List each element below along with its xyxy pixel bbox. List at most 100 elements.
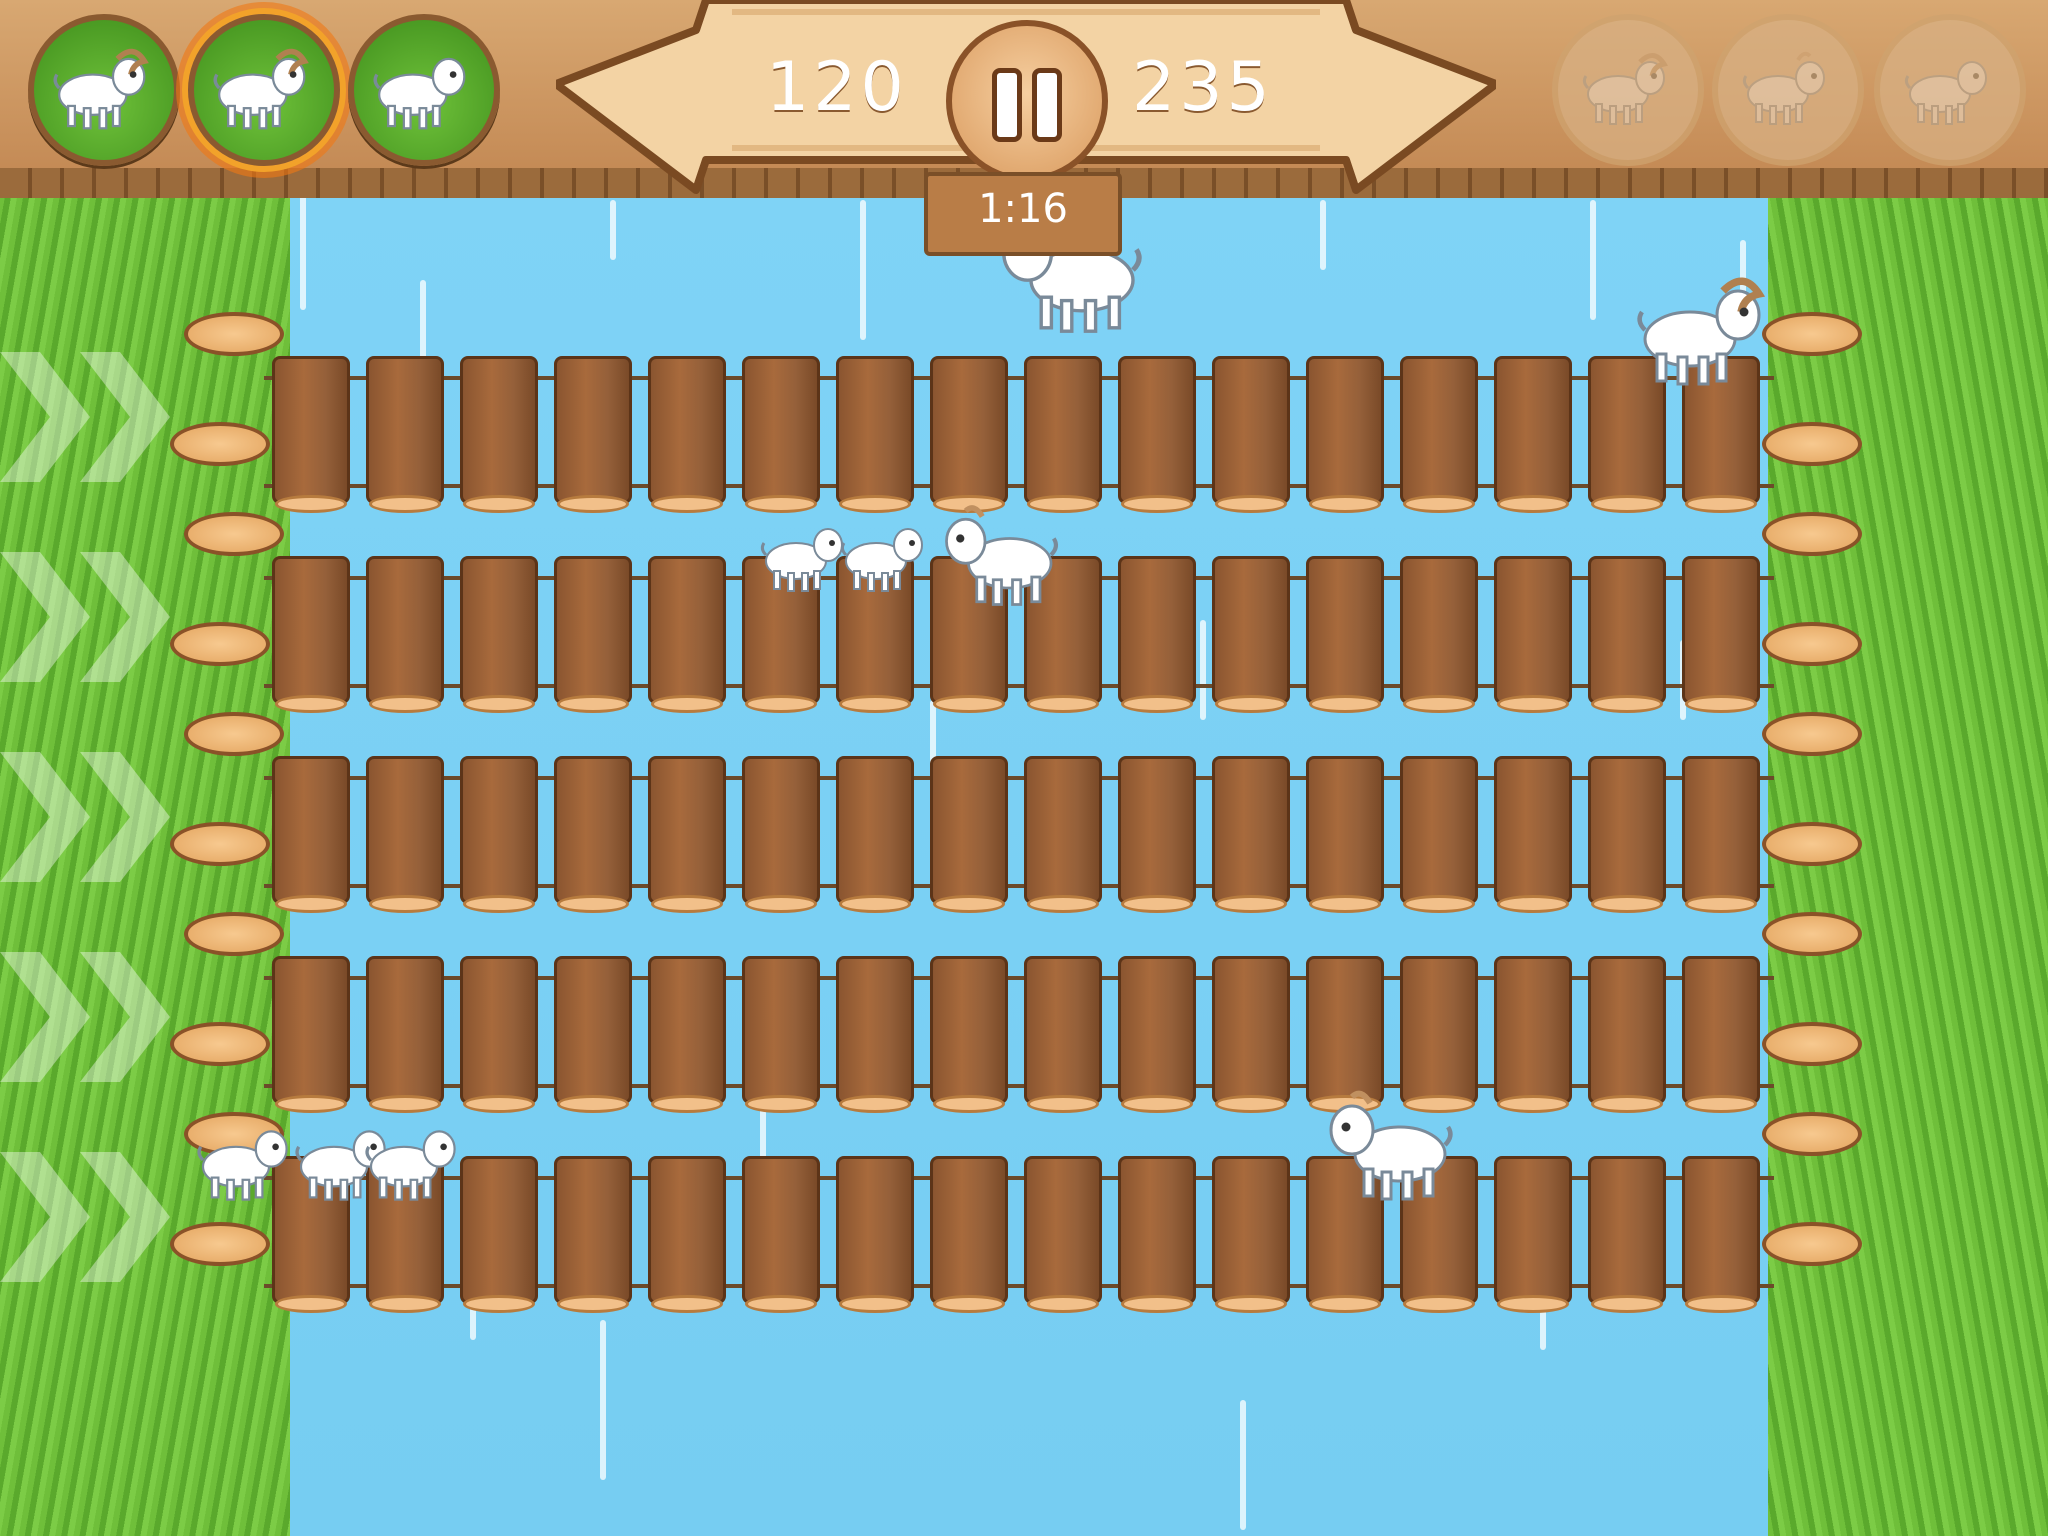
tree-stump xyxy=(184,512,284,582)
bridge-plank xyxy=(1682,556,1760,713)
water-streak xyxy=(1590,200,1596,320)
pause-button[interactable] xyxy=(946,20,1108,182)
tree-stump xyxy=(1762,822,1862,892)
bridge-plank xyxy=(742,1156,820,1313)
bridge-plank xyxy=(554,956,632,1113)
bridge-plank xyxy=(1494,956,1572,1113)
bridge-plank xyxy=(1118,1156,1196,1313)
goat-unit xyxy=(916,500,1076,614)
bridge-plank xyxy=(836,356,914,513)
water-streak xyxy=(1240,1400,1246,1530)
water-streak xyxy=(300,190,306,310)
bridge-plank xyxy=(1588,556,1666,713)
bridge-plank xyxy=(1024,956,1102,1113)
bridge-plank xyxy=(554,1156,632,1313)
tree-stump xyxy=(1762,1222,1862,1292)
bridge-plank xyxy=(648,356,726,513)
bridge-plank xyxy=(554,556,632,713)
tree-stump xyxy=(1762,1022,1862,1092)
bridge-plank xyxy=(1306,556,1384,713)
left-goat-slot-3[interactable] xyxy=(348,14,500,166)
goat-icon xyxy=(1900,48,2000,132)
left-goat-slot-1[interactable] xyxy=(28,14,180,166)
bridge-plank xyxy=(648,1156,726,1313)
bridge-plank xyxy=(1306,756,1384,913)
tree-stump xyxy=(1762,712,1862,782)
bridge-plank xyxy=(1588,1156,1666,1313)
goat-unit xyxy=(192,1110,302,1214)
pause-icon xyxy=(1032,68,1062,142)
pause-icon xyxy=(992,68,1022,142)
tree-stump xyxy=(170,822,270,892)
goat-icon xyxy=(208,43,320,137)
bridge-plank xyxy=(1682,756,1760,913)
bridge-plank xyxy=(1024,756,1102,913)
goat-icon xyxy=(368,43,480,137)
bridge-plank xyxy=(1118,956,1196,1113)
water-streak xyxy=(610,200,616,260)
timer-board: 1:16 xyxy=(924,172,1122,256)
right-score: 235 xyxy=(1132,48,1274,127)
bridge-plank xyxy=(1494,1156,1572,1313)
tree-stump xyxy=(1762,912,1862,982)
bridge-plank xyxy=(930,756,1008,913)
bridge-plank xyxy=(1212,756,1290,913)
bridge-plank xyxy=(742,756,820,913)
bridge-plank xyxy=(1682,1156,1760,1313)
bridge-plank xyxy=(1494,356,1572,513)
bridge-plank xyxy=(1118,356,1196,513)
goat-icon xyxy=(1738,48,1838,132)
goat-unit xyxy=(1310,1080,1460,1214)
tree-stump xyxy=(184,912,284,982)
bridge-lane-4[interactable] xyxy=(264,956,1774,1116)
bridge-plank xyxy=(460,756,538,913)
bridge-plank xyxy=(648,556,726,713)
tree-stump xyxy=(1762,1112,1862,1182)
goat-icon xyxy=(48,43,160,137)
bridge-plank xyxy=(648,756,726,913)
bridge-plank xyxy=(1024,1156,1102,1313)
bridge-plank xyxy=(366,756,444,913)
bridge-plank xyxy=(1212,1156,1290,1313)
goat-unit xyxy=(1630,250,1780,414)
bridge-plank xyxy=(1212,356,1290,513)
tree-stump xyxy=(184,312,284,382)
tree-stump xyxy=(170,1022,270,1092)
bridge-lane-3[interactable] xyxy=(264,756,1774,916)
bridge-plank xyxy=(1118,556,1196,713)
bridge-plank xyxy=(460,556,538,713)
bridge-plank xyxy=(460,1156,538,1313)
bridge-plank xyxy=(836,756,914,913)
right-goat-slot-3 xyxy=(1874,14,2026,166)
tree-stump xyxy=(170,422,270,492)
match-timer: 1:16 xyxy=(978,186,1068,232)
tree-stump xyxy=(170,1222,270,1292)
bridge-lane-5[interactable] xyxy=(264,1156,1774,1316)
bridge-plank xyxy=(1400,556,1478,713)
bridge-plank xyxy=(1306,356,1384,513)
bridge-plank xyxy=(460,956,538,1113)
bridge-plank xyxy=(1212,956,1290,1113)
bridge-plank xyxy=(1118,756,1196,913)
water-streak xyxy=(1320,200,1326,270)
bridge-plank xyxy=(930,356,1008,513)
bridge-plank xyxy=(1400,356,1478,513)
bridge-lane-1[interactable] xyxy=(264,356,1774,516)
bridge-plank xyxy=(460,356,538,513)
bridge-plank xyxy=(366,556,444,713)
bridge-plank xyxy=(930,1156,1008,1313)
bridge-plank xyxy=(742,356,820,513)
bridge-plank xyxy=(1494,556,1572,713)
tree-stump xyxy=(184,712,284,782)
tree-stump xyxy=(1762,422,1862,492)
bridge-plank xyxy=(366,956,444,1113)
goat-icon xyxy=(1578,48,1678,132)
water-streak xyxy=(860,200,866,340)
left-goat-slot-2[interactable] xyxy=(188,14,340,166)
bridge-plank xyxy=(836,1156,914,1313)
tree-stump xyxy=(1762,622,1862,692)
bridge-plank xyxy=(554,356,632,513)
bridge-plank xyxy=(648,956,726,1113)
bridge-plank xyxy=(1588,756,1666,913)
tree-stump xyxy=(170,622,270,692)
